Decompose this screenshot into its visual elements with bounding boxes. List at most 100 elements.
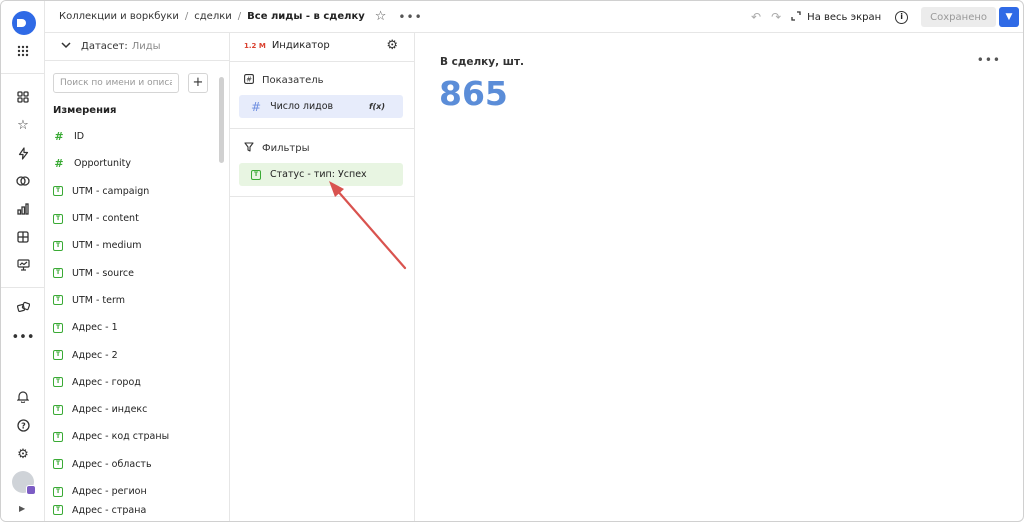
presentation-icon[interactable] [13,255,33,275]
favorites-star-icon[interactable]: ☆ [13,115,33,135]
breadcrumb-separator: / [184,11,189,22]
gear-icon[interactable]: ⚙ [386,38,398,53]
dataset-selector[interactable]: Датасет: Лиды [61,41,161,52]
list-item[interactable]: # Opportunity [53,150,213,177]
text-field-icon: T [53,213,63,224]
dashboard-icon[interactable] [13,87,33,107]
charts-icon[interactable] [13,199,33,219]
list-item[interactable]: T Адрес - область [53,451,213,478]
left-navigation: ☆ ••• ? ⚙ ▶ [1,1,45,521]
dataset-name[interactable]: Лиды [132,41,161,52]
number-field-icon: # [251,99,262,114]
measure-section-header: # Показатель [244,74,324,87]
number-field-icon: # [54,130,64,144]
datasets-table-icon[interactable] [13,227,33,247]
list-item[interactable]: T UTM - medium [53,232,213,259]
field-list-scrollbar[interactable] [219,77,224,163]
list-item[interactable]: T Адрес - город [53,369,213,396]
add-field-button[interactable]: + [188,73,208,93]
preview-more-icon[interactable]: ••• [977,53,1001,67]
visualization-config-panel: 1.2 M Индикатор ⚙ # Показатель # Число л… [230,33,415,521]
filter-chip[interactable]: T Статус - тип: Успех [239,163,403,186]
breadcrumb-separator: / [237,11,242,22]
formula-icon[interactable]: f(x) [369,102,385,111]
field-search-input[interactable] [53,73,179,93]
undo-icon[interactable]: ↶ [751,10,761,24]
filter-chip-label: Статус - тип: Успех [270,169,367,180]
list-item[interactable]: T UTM - content [53,205,213,232]
list-item[interactable]: T UTM - source [53,259,213,286]
help-icon[interactable]: ? [13,415,33,435]
text-field-icon: T [53,404,63,415]
text-field-icon: T [53,295,63,306]
expand-sidebar-icon[interactable]: ▶ [19,504,25,513]
header-actions: ↶ ↷ На весь экран i Сохранено ▼ [751,7,1019,27]
apps-grid-icon[interactable] [13,41,33,61]
list-item[interactable]: # ID [53,123,213,150]
text-field-icon: T [53,322,63,333]
svg-text:?: ? [21,421,26,430]
redo-icon[interactable]: ↷ [771,10,781,24]
hash-box-icon: # [244,74,254,87]
chart-preview: В сделку, шт. 865 ••• [415,33,1023,521]
list-item[interactable]: T Адрес - регион [53,478,213,505]
list-item[interactable]: T Адрес - страна [53,505,213,519]
dataset-panel: Датасет: Лиды + Измерения #ID #Opportuni… [45,33,230,521]
text-field-icon: T [53,350,63,361]
list-item[interactable]: T UTM - campaign [53,178,213,205]
filters-section-title: Фильтры [262,143,310,154]
fullscreen-icon[interactable] [791,10,801,24]
chevron-down-icon[interactable] [61,41,71,52]
field-list: # ID # Opportunity T UTM - campaign T UTM - … [53,123,213,519]
page-title: Все лиды - в сделку [247,11,365,22]
filters-section-header: Фильтры [244,142,309,155]
connections-icon[interactable] [13,171,33,191]
text-field-icon: T [53,505,63,516]
number-field-icon: # [54,157,64,171]
save-options-chevron-down-icon[interactable]: ▼ [999,7,1019,27]
text-field-icon: T [53,240,63,251]
list-item[interactable]: T Адрес - 2 [53,341,213,368]
svg-text:#: # [246,76,252,84]
user-avatar[interactable] [12,471,36,495]
save-button[interactable]: Сохранено [921,7,996,27]
notifications-bell-icon[interactable] [13,386,33,406]
visualization-type-label: Индикатор [271,40,330,51]
visualization-type-selector[interactable]: 1.2 M Индикатор [244,40,330,51]
indicator-icon: 1.2 M [244,41,266,50]
settings-gear-icon[interactable]: ⚙ [13,444,33,464]
text-field-icon: T [53,431,63,442]
list-item[interactable]: T Адрес - код страны [53,423,213,450]
text-field-icon: T [53,486,63,497]
list-item[interactable]: T Адрес - 1 [53,314,213,341]
lightning-icon[interactable] [13,143,33,163]
cubes-icon[interactable] [13,297,33,317]
datalens-logo-icon[interactable] [12,11,36,35]
fullscreen-button[interactable]: На весь экран [807,12,881,23]
breadcrumb-item-deals[interactable]: сделки [194,11,232,22]
more-menu-icon[interactable]: ••• [398,10,422,24]
top-header: Коллекции и воркбуки / сделки / Все лиды… [45,1,1023,33]
dimensions-section-title: Измерения [53,105,117,116]
measure-chip[interactable]: # Число лидов f(x) [239,95,403,118]
indicator-value: 865 [439,74,508,113]
text-field-icon: T [53,268,63,279]
dataset-label: Датасет: [81,41,128,52]
more-dots-icon[interactable]: ••• [12,327,35,347]
text-field-icon: T [251,169,261,180]
measure-chip-label: Число лидов [270,101,334,112]
breadcrumb-item-collections[interactable]: Коллекции и воркбуки [59,11,179,22]
breadcrumb: Коллекции и воркбуки / сделки / Все лиды… [59,11,365,22]
avatar-badge-icon [26,485,36,495]
app-window: ☆ ••• ? ⚙ ▶ Коллекции и воркбуки / сделк… [0,0,1024,522]
text-field-icon: T [53,377,63,388]
indicator-title: В сделку, шт. [440,56,525,68]
list-item[interactable]: T UTM - term [53,287,213,314]
measure-section-title: Показатель [262,75,324,86]
info-icon[interactable]: i [895,10,909,24]
list-item[interactable]: T Адрес - индекс [53,396,213,423]
filter-funnel-icon [244,142,254,155]
text-field-icon: T [53,459,63,470]
text-field-icon: T [53,186,63,197]
favorite-star-icon[interactable]: ☆ [375,9,387,24]
